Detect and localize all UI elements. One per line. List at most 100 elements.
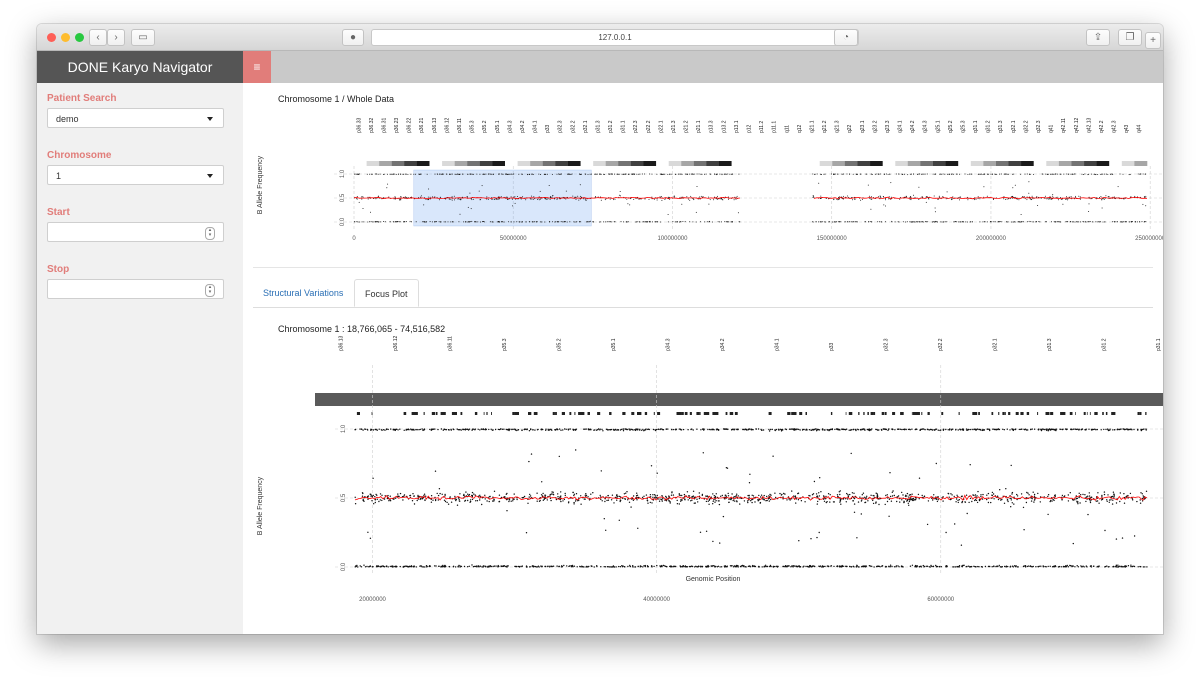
data-point: [980, 494, 982, 496]
data-point: [675, 173, 677, 175]
data-point: [387, 494, 389, 497]
data-point: [1048, 198, 1050, 199]
data-point: [1103, 199, 1105, 200]
sidebar-toggle[interactable]: ≡: [243, 51, 271, 83]
data-point: [380, 429, 383, 431]
data-point: [1120, 221, 1122, 223]
band-label: p13.2: [721, 120, 727, 133]
data-point: [772, 566, 775, 568]
spinner-icon[interactable]: ▴ ▾: [205, 227, 215, 240]
data-point: [541, 565, 543, 567]
data-point: [355, 565, 357, 567]
privacy-button[interactable]: ●: [342, 29, 364, 46]
data-point: [565, 198, 567, 200]
ideogram-band: [315, 393, 1163, 406]
back-button[interactable]: ‹: [89, 29, 107, 46]
data-point: [722, 428, 725, 430]
patient-search-select[interactable]: demo: [47, 108, 224, 128]
tab-focus-plot[interactable]: Focus Plot: [354, 279, 419, 307]
data-point: [996, 495, 999, 497]
data-point: [636, 492, 638, 494]
data-point: [991, 491, 994, 494]
data-point: [1111, 495, 1114, 498]
minimize-window-button[interactable]: [61, 33, 70, 42]
data-point: [936, 565, 939, 568]
data-point: [618, 565, 620, 568]
data-point: [486, 500, 488, 502]
data-point: [469, 221, 470, 223]
data-point: [680, 196, 682, 198]
data-point: [649, 501, 651, 504]
data-point: [560, 173, 562, 175]
data-point: [1023, 529, 1025, 531]
data-point: [1101, 496, 1103, 498]
data-point: [513, 173, 515, 175]
data-point: [573, 494, 575, 497]
sidebar-toggle-button[interactable]: ▭: [131, 29, 155, 46]
close-window-button[interactable]: [47, 33, 56, 42]
data-point: [1026, 221, 1028, 223]
band-label: p34.3: [507, 120, 513, 133]
data-point: [857, 173, 858, 175]
data-point: [483, 173, 485, 175]
data-point: [805, 565, 807, 568]
chromosome-select[interactable]: 1: [47, 165, 224, 185]
data-point: [471, 491, 474, 494]
data-point: [821, 429, 824, 431]
data-point: [604, 500, 606, 503]
data-point: [587, 496, 589, 498]
data-point: [785, 565, 787, 568]
probe-density-mark: [552, 412, 555, 415]
downloads-button[interactable]: ◔: [834, 29, 858, 46]
spinner-icon[interactable]: ▴ ▾: [205, 284, 215, 297]
focus-plot[interactable]: Chromosome 1 : 18,766,065 - 74,516,582 B…: [243, 313, 1163, 633]
forward-button[interactable]: ›: [107, 29, 125, 46]
tabs-overview-button[interactable]: ❐: [1118, 29, 1142, 46]
new-tab-button[interactable]: +: [1145, 32, 1161, 49]
probe-density-mark: [1094, 412, 1098, 415]
tab-structural-variations[interactable]: Structural Variations: [253, 279, 353, 307]
data-point: [974, 499, 977, 501]
data-point: [457, 173, 459, 175]
stop-input[interactable]: ▴ ▾: [47, 279, 224, 299]
ideogram-band: [882, 161, 896, 166]
data-point: [1023, 196, 1025, 198]
data-point: [696, 498, 698, 500]
data-point: [1040, 429, 1042, 431]
start-input[interactable]: ▴ ▾: [47, 222, 224, 242]
data-point: [747, 565, 750, 568]
data-point: [476, 500, 479, 502]
data-point: [1057, 173, 1059, 175]
data-point: [712, 540, 714, 543]
data-point: [558, 455, 560, 458]
probe-density-mark: [403, 412, 406, 415]
data-point: [598, 221, 600, 223]
data-point: [1010, 506, 1012, 508]
data-point: [901, 428, 903, 431]
data-point: [434, 470, 437, 472]
data-point: [1038, 565, 1040, 567]
data-point: [619, 566, 622, 568]
data-point: [457, 198, 459, 200]
data-point: [1077, 221, 1078, 223]
tabs-icon: ❐: [1125, 32, 1135, 43]
data-point: [642, 428, 644, 431]
maximize-window-button[interactable]: [75, 33, 84, 42]
data-point: [1120, 566, 1122, 568]
address-bar[interactable]: 127.0.0.1↻: [371, 29, 859, 46]
share-button[interactable]: ⇪: [1086, 29, 1110, 46]
data-point: [695, 221, 697, 223]
data-point: [471, 498, 474, 501]
data-point: [500, 196, 502, 198]
data-point: [958, 221, 960, 223]
data-point: [434, 173, 436, 175]
data-point: [684, 565, 687, 568]
data-point: [700, 429, 702, 431]
data-point: [681, 565, 684, 567]
data-point: [656, 199, 658, 201]
data-point: [600, 199, 602, 201]
data-point: [628, 173, 630, 175]
probe-density-mark: [1102, 412, 1104, 415]
data-point: [606, 221, 608, 223]
whole-chromosome-plot[interactable]: Chromosome 1 / Whole Data B Allele Frequ…: [243, 83, 1163, 242]
